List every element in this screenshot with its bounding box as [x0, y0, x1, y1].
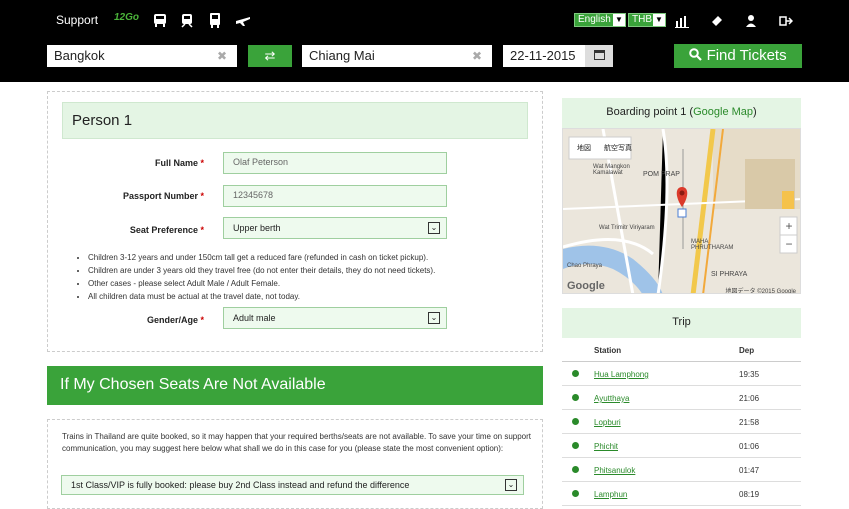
- table-row: Phichit 01:06: [562, 434, 801, 458]
- currency-select[interactable]: THB ▼: [628, 13, 666, 27]
- map-label: Wat Mangkon Kamalawat: [593, 164, 630, 176]
- station-link[interactable]: Phitsanulok: [594, 466, 635, 475]
- availability-title: If My Chosen Seats Are Not Available: [47, 366, 543, 405]
- swap-button[interactable]: ⇄: [248, 45, 292, 67]
- chevron-down-icon: ⌄: [505, 479, 517, 491]
- station-link[interactable]: Ayutthaya: [594, 394, 629, 403]
- search-icon: [689, 48, 703, 61]
- full-name-input[interactable]: Olaf Peterson: [223, 152, 447, 174]
- user-icon[interactable]: [744, 14, 758, 28]
- date-input[interactable]: 22-11-2015: [503, 45, 585, 67]
- note-item: All children data must be actual at the …: [88, 290, 435, 303]
- map-label: Wat Trimitr Viriyaram: [599, 225, 655, 231]
- svg-text:−: −: [785, 237, 792, 251]
- chart-icon[interactable]: [675, 14, 689, 28]
- station-dot-icon: [572, 418, 579, 425]
- table-row: Lopburi 21:58: [562, 410, 801, 434]
- chevron-down-icon: ▼: [613, 14, 625, 26]
- language-select[interactable]: English ▼: [574, 13, 626, 27]
- metro-icon[interactable]: [206, 11, 224, 29]
- map-label: SI PHRAYA: [711, 271, 748, 278]
- station-link[interactable]: Phichit: [594, 442, 618, 451]
- station-dot-icon: [572, 466, 579, 473]
- table-row: Ayutthaya 21:06: [562, 386, 801, 410]
- calendar-icon: [593, 50, 605, 60]
- station-dot-icon: [572, 394, 579, 401]
- support-link[interactable]: Support: [56, 13, 98, 27]
- trip-title: Trip: [562, 308, 801, 338]
- trip-header-row: Station Dep: [562, 340, 801, 362]
- table-row: Phitsanulok 01:47: [562, 458, 801, 482]
- chevron-down-icon: ▼: [653, 14, 665, 26]
- bus-icon[interactable]: [151, 11, 169, 29]
- station-link[interactable]: Lopburi: [594, 418, 621, 427]
- map-tab[interactable]: 地図: [577, 143, 591, 153]
- full-name-label: Full Name *: [154, 158, 204, 168]
- clear-icon[interactable]: ✖: [472, 49, 482, 63]
- google-logo: Google: [567, 280, 605, 292]
- station-dot-icon: [572, 370, 579, 377]
- flight-icon[interactable]: [234, 11, 252, 29]
- availability-text: Trains in Thailand are quite booked, so …: [62, 432, 532, 453]
- map-canvas: + −: [563, 129, 800, 293]
- top-nav: Support 12Go English ▼ THB ▼: [0, 0, 849, 40]
- table-row: Lamphun 08:19: [562, 482, 801, 506]
- boarding-point-title: Boarding point 1 (Google Map): [562, 98, 801, 128]
- gender-age-label: Gender/Age *: [146, 315, 204, 325]
- person-panel: Person 1 Full Name * Olaf Peterson Passp…: [47, 91, 543, 352]
- find-tickets-button[interactable]: Find Tickets: [674, 44, 802, 68]
- boarding-map[interactable]: + − 地図 航空写真 Wat Mangkon Kamalawat POM PR…: [562, 128, 801, 294]
- to-input[interactable]: Chiang Mai ✖: [302, 45, 492, 67]
- svg-text:+: +: [785, 219, 792, 233]
- table-row: Hua Lamphong 19:35: [562, 362, 801, 386]
- passport-label: Passport Number *: [122, 191, 204, 201]
- availability-option-select[interactable]: 1st Class/VIP is fully booked: please bu…: [61, 475, 524, 495]
- note-item: Children 3-12 years and under 150cm tall…: [88, 251, 435, 264]
- top-bar: Support 12Go English ▼ THB ▼ Bangkok ✖ ⇄…: [0, 0, 849, 82]
- map-attribution: 地図データ ©2015 Google: [725, 289, 796, 294]
- station-link[interactable]: Hua Lamphong: [594, 370, 649, 379]
- logo[interactable]: 12Go: [114, 12, 139, 23]
- seat-preference-select[interactable]: Upper berth ⌄: [223, 217, 447, 239]
- gender-age-select[interactable]: Adult male ⌄: [223, 307, 447, 329]
- passport-input[interactable]: 12345678: [223, 185, 447, 207]
- train-icon[interactable]: [178, 11, 196, 29]
- seat-preference-label: Seat Preference *: [129, 225, 204, 235]
- chevron-down-icon: ⌄: [428, 222, 440, 234]
- note-item: Children are under 3 years old they trav…: [88, 264, 435, 277]
- logout-icon[interactable]: [779, 14, 793, 28]
- clear-icon[interactable]: ✖: [217, 49, 227, 63]
- note-item: Other cases - please select Adult Male /…: [88, 277, 435, 290]
- person-title: Person 1: [62, 102, 528, 139]
- map-label: MAHA PHRUTHARAM: [691, 239, 734, 251]
- satellite-tab[interactable]: 航空写真: [604, 143, 632, 153]
- map-label: Chao Phraya: [567, 263, 603, 269]
- from-input[interactable]: Bangkok ✖: [47, 45, 237, 67]
- station-dot-icon: [572, 442, 579, 449]
- ticket-icon[interactable]: [710, 14, 724, 28]
- chevron-down-icon: ⌄: [428, 312, 440, 324]
- calendar-button[interactable]: [585, 45, 613, 67]
- station-link[interactable]: Lamphun: [594, 490, 627, 499]
- trip-table: Station Dep Hua Lamphong 19:35 Ayutthaya 2…: [562, 340, 801, 506]
- children-notes: Children 3-12 years and under 150cm tall…: [80, 251, 435, 303]
- map-label: POM PRAP: [643, 171, 680, 178]
- google-map-link[interactable]: Google Map: [693, 106, 753, 118]
